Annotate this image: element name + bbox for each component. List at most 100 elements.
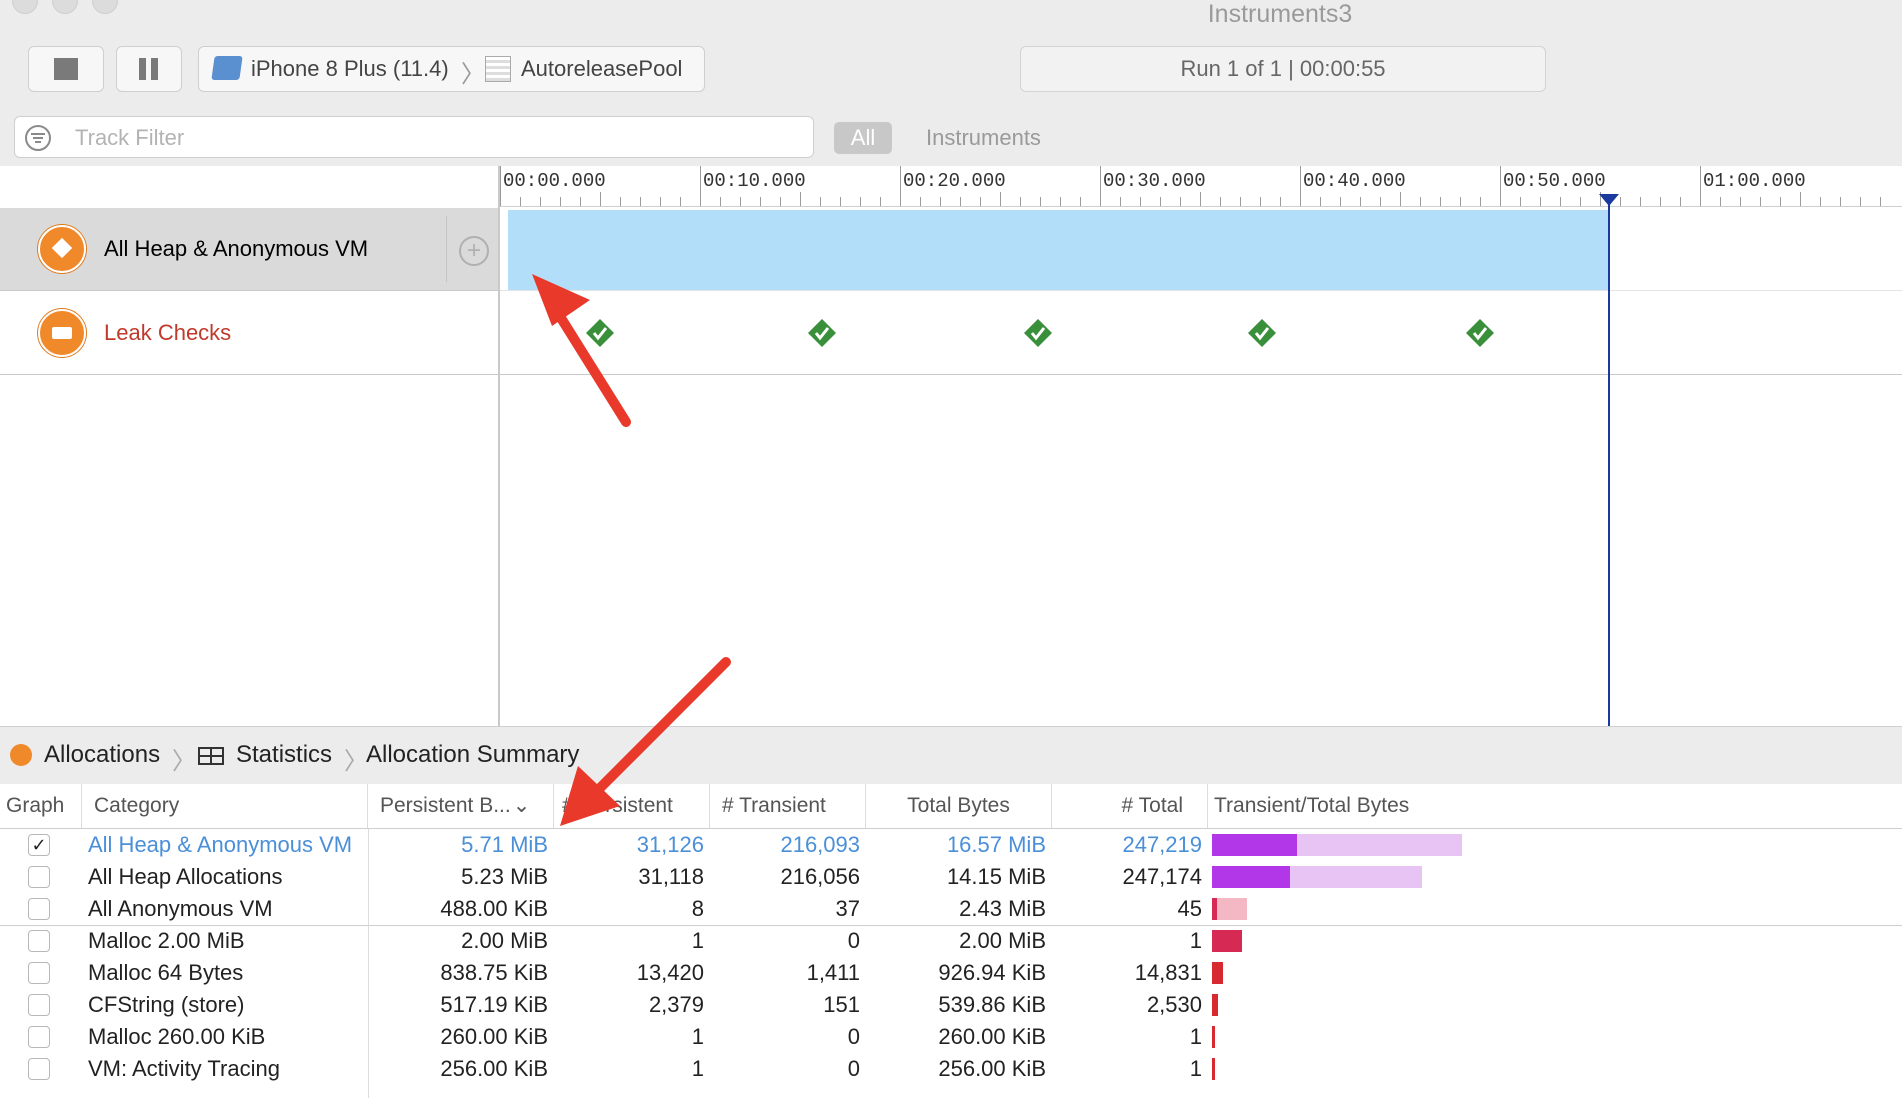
col-total[interactable]: # Total (1052, 784, 1208, 828)
graph-checkbox[interactable]: ✓ (28, 834, 50, 856)
leak-check-passed-icon[interactable] (808, 319, 836, 347)
leak-check-passed-icon[interactable] (1466, 319, 1494, 347)
close-window-button[interactable] (12, 0, 38, 14)
ruler-minor-tick (660, 197, 661, 206)
graph-checkbox[interactable] (28, 866, 50, 888)
ruler-major-tick (1300, 166, 1301, 206)
table-row[interactable]: All Anonymous VM 488.00 KiB 8 37 2.43 MiB 45 (0, 893, 1902, 926)
jumpbar-statistics[interactable]: Statistics (236, 741, 332, 769)
table-row[interactable]: Malloc 260.00 KiB 260.00 KiB 1 0 260.00 KiB 1 (0, 1021, 1902, 1053)
target-selector[interactable]: iPhone 8 Plus (11.4) 〉 AutoreleasePool (198, 46, 705, 92)
ruler-minor-tick (880, 197, 881, 206)
ruler-minor-tick (1820, 197, 1821, 206)
track-row-leaks[interactable]: Leak Checks (0, 291, 498, 375)
graph-checkbox[interactable] (28, 1026, 50, 1048)
cell-total-bytes: 16.57 MiB (946, 832, 1046, 857)
cell-total-bytes: 14.15 MiB (946, 864, 1046, 889)
graph-checkbox[interactable] (28, 1058, 50, 1080)
col-transient[interactable]: # Transient (710, 784, 866, 828)
ruler-label: 00:30.000 (1103, 170, 1206, 192)
scope-instruments-button[interactable]: Instruments (926, 122, 1041, 154)
ruler-minor-tick (1080, 197, 1081, 206)
graph-checkbox[interactable] (28, 962, 50, 984)
transient-bytes-bar (1212, 962, 1224, 984)
chevron-right-icon: 〉 (172, 748, 196, 775)
ruler-label: 00:20.000 (903, 170, 1006, 192)
table-row[interactable]: All Heap Allocations 5.23 MiB 31,118 216,05… (0, 861, 1902, 893)
stop-icon (54, 58, 78, 80)
pause-button[interactable] (116, 46, 182, 92)
leak-check-passed-icon[interactable] (586, 319, 614, 347)
ruler-minor-tick (1140, 197, 1141, 206)
col-category[interactable]: Category (82, 784, 368, 828)
cell-persistent-bytes: 838.75 KiB (440, 960, 548, 985)
cell-total-bytes: 2.00 MiB (959, 928, 1046, 953)
cell-transient: 151 (823, 992, 860, 1017)
table-row[interactable]: Malloc 2.00 MiB 2.00 MiB 1 0 2.00 MiB 1 (0, 925, 1902, 957)
ruler-label: 00:50.000 (1503, 170, 1606, 192)
col-total-bytes[interactable]: Total Bytes (866, 784, 1052, 828)
col-graph[interactable]: Graph (0, 784, 82, 828)
minimize-window-button[interactable] (52, 0, 78, 14)
ruler-minor-tick (1400, 192, 1401, 206)
leak-check-passed-icon[interactable] (1024, 319, 1052, 347)
track-row-heap[interactable]: All Heap & Anonymous VM + (0, 208, 498, 291)
track-filter-input[interactable] (73, 123, 777, 153)
ruler-major-tick (900, 166, 901, 206)
ruler-minor-tick (540, 197, 541, 206)
cell-transient: 1,411 (806, 960, 860, 985)
time-ruler[interactable]: 00:00.000 00:10.000 00:20.000 00:30.000 00:4… (500, 166, 1902, 207)
cell-category: Malloc 2.00 MiB (88, 928, 245, 953)
cell-category: All Anonymous VM (88, 896, 273, 921)
leak-check-passed-icon[interactable] (1248, 319, 1276, 347)
jumpbar-allocation-summary[interactable]: Allocation Summary (366, 741, 579, 769)
ruler-minor-tick (640, 197, 641, 206)
ruler-minor-tick (1880, 197, 1881, 206)
heap-activity-graph[interactable] (508, 210, 1608, 290)
ruler-minor-tick (780, 197, 781, 206)
graph-checkbox[interactable] (28, 994, 50, 1016)
ruler-minor-tick (1780, 197, 1781, 206)
ruler-minor-tick (580, 197, 581, 206)
filter-icon (25, 125, 51, 151)
scope-all-button[interactable]: All (834, 122, 892, 154)
ruler-minor-tick (920, 197, 921, 206)
app-icon (485, 56, 511, 82)
jumpbar-allocations[interactable]: Allocations (44, 741, 160, 769)
ruler-minor-tick (1580, 197, 1581, 206)
table-row[interactable]: CFString (store) 517.19 KiB 2,379 151 539.86… (0, 989, 1902, 1021)
graph-checkbox[interactable] (28, 898, 50, 920)
cell-total-bytes: 539.86 KiB (938, 992, 1046, 1017)
jump-bar: Allocations 〉 Statistics 〉 Allocation Su… (0, 726, 1902, 786)
ruler-minor-tick (820, 197, 821, 206)
col-persistent-bytes[interactable]: Persistent B...⌄ (368, 784, 554, 828)
cell-persistent: 1 (691, 1024, 704, 1049)
transient-bytes-bar (1212, 930, 1242, 952)
cell-total-bytes: 926.94 KiB (938, 960, 1046, 985)
ruler-minor-tick (840, 197, 841, 206)
cell-total-bytes: 2.43 MiB (959, 896, 1046, 921)
zoom-window-button[interactable] (92, 0, 118, 14)
add-track-icon[interactable]: + (459, 236, 489, 266)
track-filter-field[interactable] (14, 116, 814, 158)
ruler-minor-tick (740, 197, 741, 206)
cell-total-bytes: 256.00 KiB (938, 1056, 1046, 1081)
playhead[interactable] (1599, 194, 1619, 726)
playhead-handle-icon[interactable] (1599, 194, 1619, 206)
table-row[interactable]: Malloc 64 Bytes 838.75 KiB 13,420 1,411 926.… (0, 957, 1902, 989)
cell-persistent-bytes: 517.19 KiB (440, 992, 548, 1017)
graph-checkbox[interactable] (28, 930, 50, 952)
pause-icon (139, 58, 146, 80)
ruler-minor-tick (1120, 197, 1121, 206)
cell-category: CFString (store) (88, 992, 245, 1017)
table-row[interactable]: ✓ All Heap & Anonymous VM 5.71 MiB 31,126 21… (0, 829, 1902, 861)
col-persistent[interactable]: # Persistent (554, 784, 710, 828)
stop-button[interactable] (28, 46, 104, 92)
ruler-minor-tick (1040, 197, 1041, 206)
cell-persistent-bytes: 5.71 MiB (461, 832, 548, 857)
cell-category: Malloc 260.00 KiB (88, 1024, 266, 1049)
table-row[interactable]: VM: Activity Tracing 256.00 KiB 1 0 256.00 K… (0, 1053, 1902, 1085)
col-transient-total-bytes[interactable]: Transient/Total Bytes (1208, 784, 1902, 828)
ruler-minor-tick (1800, 192, 1801, 206)
cell-category: All Heap Allocations (88, 864, 283, 889)
